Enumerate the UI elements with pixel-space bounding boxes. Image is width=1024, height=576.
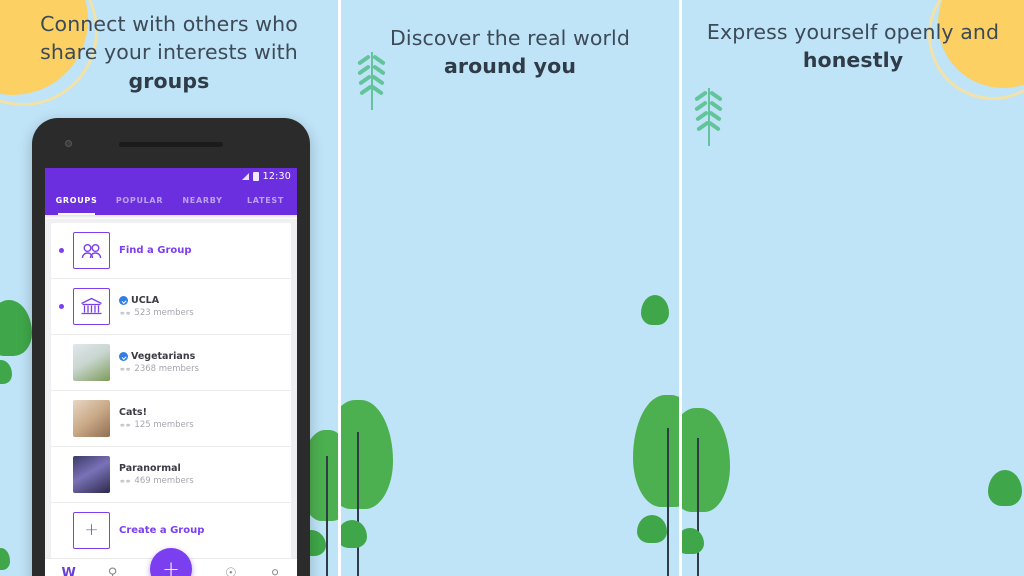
group-info: UCLA ⚭⚭ 523 members [119, 295, 194, 318]
group-title-row: Cats! [119, 407, 194, 418]
group-name: Vegetarians [131, 351, 196, 362]
headline-bold-text: groups [128, 68, 210, 93]
group-people-icon [73, 232, 110, 269]
tab-groups[interactable]: GROUPS [45, 185, 108, 215]
find-a-group-label: Find a Group [119, 245, 192, 256]
unread-dot [59, 248, 64, 253]
verified-badge-icon [119, 352, 128, 361]
group-members-row: ⚭⚭ 469 members [119, 476, 194, 486]
group-info: Paranormal ⚭⚭ 469 members [119, 463, 194, 486]
profile-icon[interactable]: ⚪ [270, 566, 281, 576]
bottom-navigation-bar[interactable]: W ⚲ ☉ ⚪ + [45, 548, 297, 576]
bush-decoration-icon [0, 300, 32, 356]
vegetarians-photo [73, 344, 110, 381]
panel-divider [679, 0, 682, 576]
ucla-building-icon [73, 288, 110, 325]
panel-divider [338, 0, 341, 576]
panel-nearby: Discover the real world around you 12:30… [341, 0, 679, 576]
groups-list: Find a Group UCLA ⚭⚭ 523 members Vegetar… [45, 219, 297, 576]
list-item-group[interactable]: Paranormal ⚭⚭ 469 members [51, 447, 291, 503]
unread-dot [59, 304, 64, 309]
members-icon: ⚭⚭ [119, 420, 131, 430]
group-title-row: Paranormal [119, 463, 194, 474]
tree-decoration-icon [341, 400, 393, 576]
bush-decoration-icon [637, 515, 667, 543]
tab-nearby[interactable]: NEARBY [171, 185, 234, 215]
app-tab-bar[interactable]: GROUPS POPULAR NEARBY LATEST [45, 185, 297, 215]
whisper-w-logo[interactable]: W [61, 566, 75, 576]
verified-badge-icon [119, 296, 128, 305]
group-title-row: UCLA [119, 295, 194, 306]
headline-text: Express yourself openly and [706, 20, 1000, 44]
earpiece-speaker-icon [119, 142, 223, 147]
chat-bubble-icon[interactable]: ☉ [225, 566, 237, 576]
panel-headline: Connect with others who share your inter… [0, 10, 338, 95]
list-item-group[interactable]: Vegetarians ⚭⚭ 2368 members [51, 335, 291, 391]
bush-decoration-icon [641, 295, 669, 325]
group-info: Cats! ⚭⚭ 125 members [119, 407, 194, 430]
create-a-group-label: Create a Group [119, 525, 205, 536]
fern-decoration-icon [692, 88, 726, 146]
panel-headline: Express yourself openly and honestly [682, 18, 1024, 75]
signal-icon [241, 173, 249, 180]
search-icon[interactable]: ⚲ [108, 566, 118, 576]
headline-bold-text: around you [443, 54, 577, 79]
members-icon: ⚭⚭ [119, 364, 131, 374]
bush-decoration-icon [0, 548, 10, 570]
battery-icon [252, 172, 259, 181]
phone-mockup: 12:30 GROUPS POPULAR NEARBY LATEST Find … [32, 118, 310, 576]
app-store-screenshot-collage: Connect with others who share your inter… [0, 0, 1024, 576]
panel-groups: Connect with others who share your inter… [0, 0, 338, 576]
headline-bold-text: honestly [802, 48, 904, 73]
plus-icon: + [73, 512, 110, 549]
cats-photo [73, 400, 110, 437]
list-item-find-a-group[interactable]: Find a Group [51, 223, 291, 279]
group-name: UCLA [131, 295, 160, 306]
headline-text: Connect with others who share your inter… [40, 12, 298, 65]
group-info: Vegetarians ⚭⚭ 2368 members [119, 351, 199, 374]
front-camera-icon [65, 140, 72, 147]
panel-headline: Discover the real world around you [341, 24, 679, 81]
members-icon: ⚭⚭ [119, 308, 131, 318]
group-member-count: 2368 members [134, 364, 200, 374]
phone-top-bezel [32, 118, 310, 168]
tab-latest[interactable]: LATEST [234, 185, 297, 215]
android-status-bar: 12:30 [45, 168, 297, 185]
group-members-row: ⚭⚭ 523 members [119, 308, 194, 318]
status-time: 12:30 [262, 171, 291, 182]
members-icon: ⚭⚭ [119, 476, 131, 486]
group-member-count: 523 members [134, 308, 194, 318]
tree-decoration-icon [633, 395, 679, 576]
tab-popular[interactable]: POPULAR [108, 185, 171, 215]
group-title-row: Vegetarians [119, 351, 199, 362]
headline-text: Discover the real world [390, 26, 630, 50]
panel-detail: Express yourself openly and honestly 12:… [682, 0, 1024, 576]
bush-decoration-icon [988, 470, 1022, 506]
group-members-row: ⚭⚭ 125 members [119, 420, 194, 430]
group-name: Paranormal [119, 463, 181, 474]
group-member-count: 469 members [134, 476, 194, 486]
list-item-group[interactable]: Cats! ⚭⚭ 125 members [51, 391, 291, 447]
group-member-count: 125 members [134, 420, 194, 430]
group-members-row: ⚭⚭ 2368 members [119, 364, 199, 374]
phone-screen: 12:30 GROUPS POPULAR NEARBY LATEST Find … [45, 168, 297, 576]
bush-decoration-icon [0, 360, 12, 384]
list-item-group[interactable]: UCLA ⚭⚭ 523 members [51, 279, 291, 335]
group-name: Cats! [119, 407, 147, 418]
paranormal-photo [73, 456, 110, 493]
